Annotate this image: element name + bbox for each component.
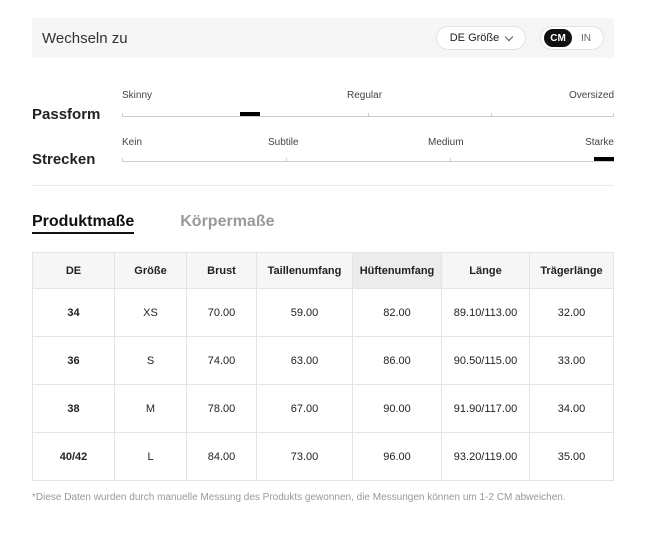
strecken-kein-label: Kein — [122, 137, 143, 148]
switch-title: Wechseln zu — [42, 29, 128, 47]
column-header: Trägerlänge — [529, 252, 614, 289]
strecken-starke-label: Starke — [585, 137, 614, 148]
passform-skinny-label: Skinny — [122, 90, 153, 101]
table-cell: M — [114, 384, 187, 433]
scale-tick — [122, 113, 123, 117]
table-cell: 35.00 — [529, 432, 614, 481]
tab-produktmasse[interactable]: Produktmaße — [32, 213, 135, 234]
strecken-subtile-label: Subtile — [268, 137, 299, 148]
table-cell: 70.00 — [186, 288, 257, 337]
table-cell: 36 — [32, 336, 115, 385]
table-cell: L — [114, 432, 187, 481]
strecken-scale: Strecken Kein Subtile Medium Starke — [32, 137, 614, 177]
scale-tick — [613, 113, 614, 117]
table-cell: S — [114, 336, 187, 385]
table-cell: 74.00 — [186, 336, 257, 385]
table-cell: 84.00 — [186, 432, 257, 481]
strecken-medium-label: Medium — [428, 137, 464, 148]
column-header: Größe — [114, 252, 187, 289]
scale-tick — [122, 158, 123, 162]
table-cell: 59.00 — [256, 288, 353, 337]
table-cell: 73.00 — [256, 432, 353, 481]
scale-tick — [368, 113, 369, 117]
switch-bar: Wechseln zu DE Größe CM IN — [32, 18, 614, 58]
table-cell: 82.00 — [352, 288, 442, 337]
table-cell: 33.00 — [529, 336, 614, 385]
table-cell: 67.00 — [256, 384, 353, 433]
scale-tick — [450, 158, 451, 162]
table-row: 40/42 L 84.00 73.00 96.00 93.20/119.00 3… — [32, 432, 614, 481]
table-cell: 32.00 — [529, 288, 614, 337]
column-header: Hüftenumfang — [352, 252, 442, 289]
column-header: DE — [32, 252, 115, 289]
measurement-footnote: *Diese Daten wurden durch manuelle Messu… — [32, 492, 566, 503]
table-cell: 90.50/115.00 — [441, 336, 530, 385]
table-cell: 38 — [32, 384, 115, 433]
scale-tick — [286, 158, 287, 162]
table-cell: 78.00 — [186, 384, 257, 433]
size-system-label: DE Größe — [449, 32, 500, 44]
passform-scale-labels: Skinny Regular Oversized — [122, 90, 614, 104]
table-header-row: DE Größe Brust Taillenumfang Hüftenumfan… — [32, 252, 614, 289]
chevron-down-icon — [505, 32, 514, 41]
table-row: 38 M 78.00 67.00 90.00 91.90/117.00 34.0… — [32, 384, 614, 433]
tab-koerpermasse[interactable]: Körpermaße — [180, 213, 274, 234]
table-row: 34 XS 70.00 59.00 82.00 89.10/113.00 32.… — [32, 288, 614, 337]
passform-marker — [240, 112, 260, 116]
table-cell: 40/42 — [32, 432, 115, 481]
passform-oversized-label: Oversized — [568, 90, 614, 101]
column-header: Taillenumfang — [256, 252, 353, 289]
unit-cm-button[interactable]: CM — [544, 29, 572, 47]
measurement-tabs: Produktmaße Körpermaße — [32, 213, 275, 234]
table-cell: 90.00 — [352, 384, 442, 433]
column-header: Länge — [441, 252, 530, 289]
size-system-select[interactable]: DE Größe — [436, 26, 526, 50]
table-cell: XS — [114, 288, 187, 337]
unit-toggle: CM IN — [540, 26, 604, 50]
table-cell: 63.00 — [256, 336, 353, 385]
table-cell: 34.00 — [529, 384, 614, 433]
table-cell: 34 — [32, 288, 115, 337]
size-table: DE Größe Brust Taillenumfang Hüftenumfan… — [32, 252, 614, 481]
table-cell: 96.00 — [352, 432, 442, 481]
passform-scale: Passform Skinny Regular Oversized — [32, 90, 614, 130]
strecken-scale-labels: Kein Subtile Medium Starke — [122, 137, 614, 151]
table-cell: 91.90/117.00 — [441, 384, 530, 433]
table-cell: 89.10/113.00 — [441, 288, 530, 337]
section-divider — [32, 185, 614, 186]
table-cell: 86.00 — [352, 336, 442, 385]
column-header: Brust — [186, 252, 257, 289]
passform-regular-label: Regular — [347, 90, 383, 101]
unit-in-button[interactable]: IN — [572, 29, 600, 47]
passform-track — [122, 112, 614, 117]
strecken-track — [122, 157, 614, 162]
passform-label: Passform — [32, 106, 101, 123]
strecken-marker — [594, 157, 614, 161]
strecken-label: Strecken — [32, 151, 96, 168]
table-row: 36 S 74.00 63.00 86.00 90.50/115.00 33.0… — [32, 336, 614, 385]
scale-tick — [491, 113, 492, 117]
table-cell: 93.20/119.00 — [441, 432, 530, 481]
